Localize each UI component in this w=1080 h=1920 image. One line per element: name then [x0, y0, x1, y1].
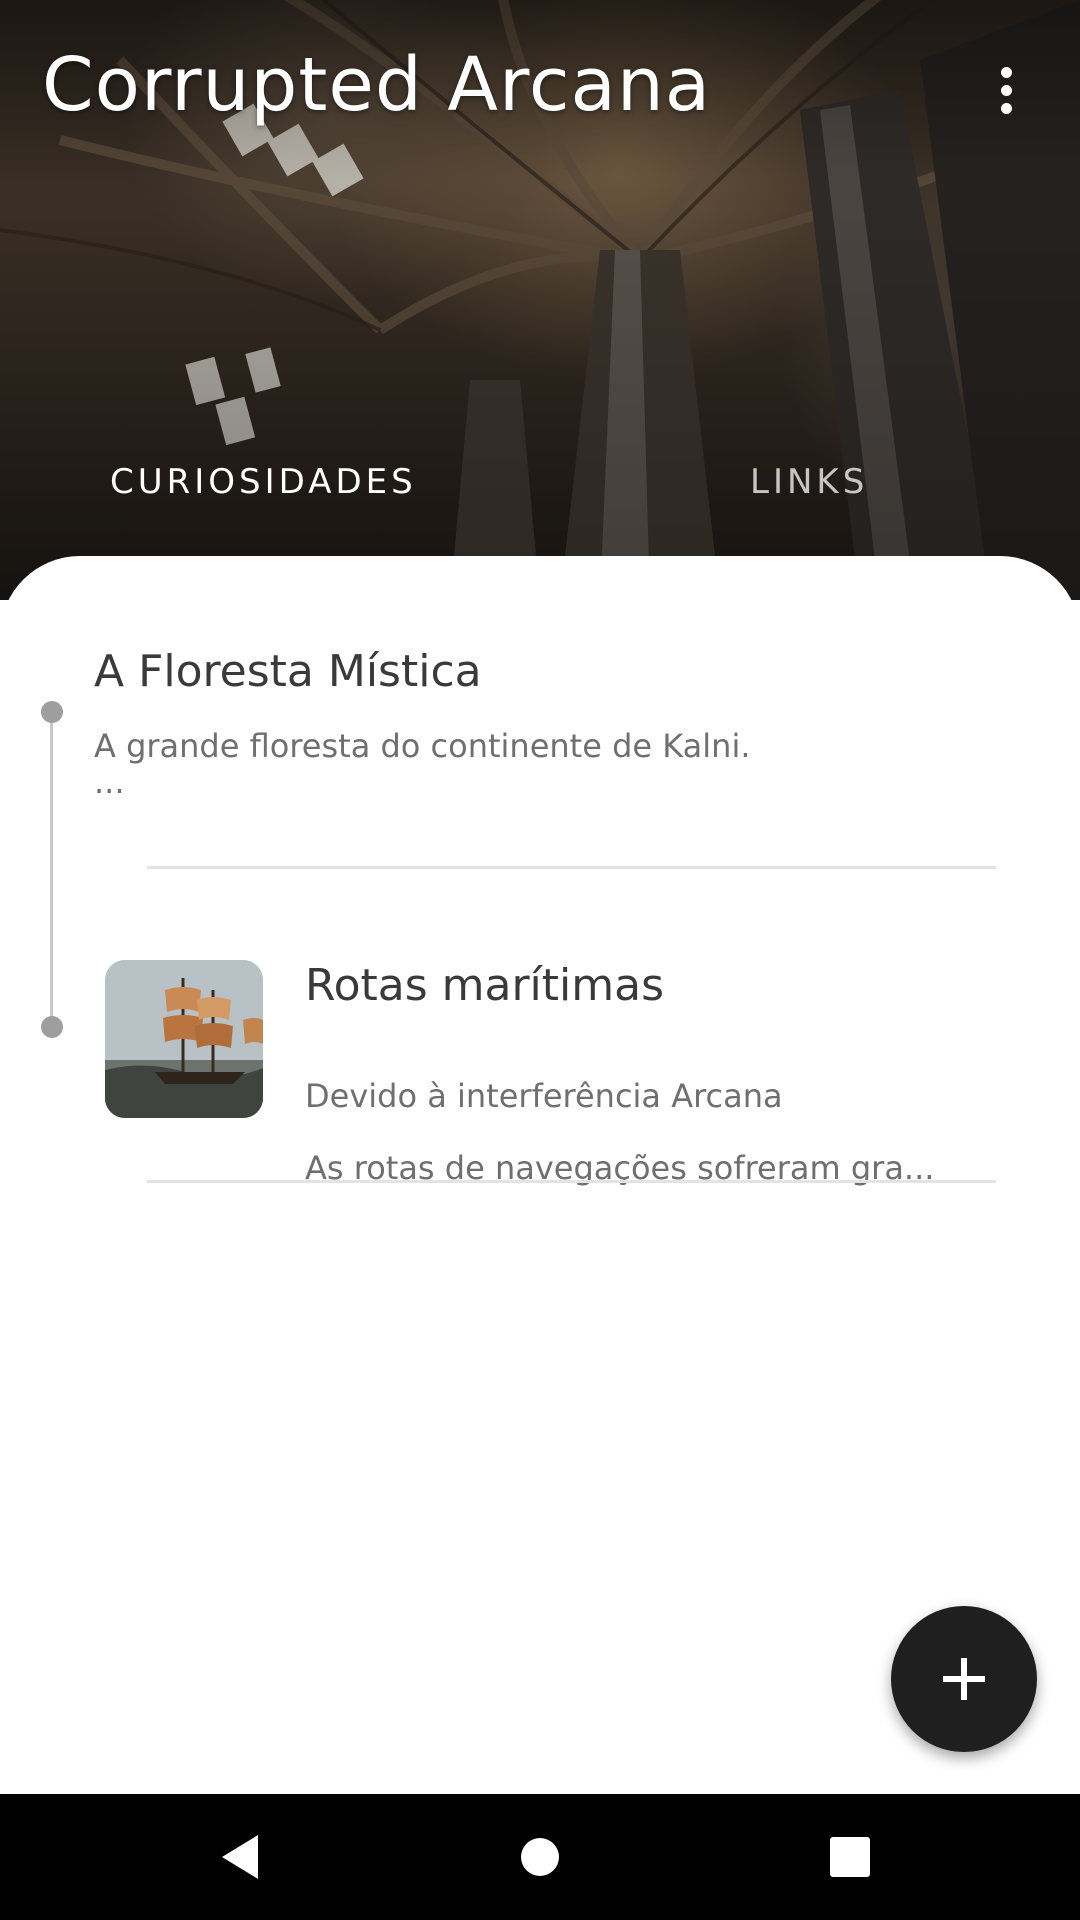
divider — [147, 1180, 996, 1183]
add-button[interactable] — [891, 1606, 1037, 1752]
item-description-line: Devido à interferência Arcana — [305, 1077, 783, 1115]
timeline-line — [50, 712, 53, 1026]
item-description[interactable]: Devido à interferência Arcana As rotas d… — [305, 1042, 1025, 1222]
tab-curiosidades[interactable]: CURIOSIDADES — [110, 462, 417, 502]
tab-links[interactable]: LINKS — [750, 462, 868, 502]
item-title[interactable]: A Floresta Mística — [94, 646, 482, 697]
home-circle-icon — [521, 1838, 559, 1876]
item-description[interactable]: A grande floresta do continente de Kalni… — [94, 728, 994, 800]
item-title[interactable]: Rotas marítimas — [305, 960, 664, 1011]
sailing-ship-image[interactable] — [105, 960, 263, 1118]
back-button[interactable] — [200, 1794, 280, 1920]
recents-square-icon — [830, 1837, 870, 1877]
plus-icon — [943, 1658, 985, 1700]
timeline-dot — [41, 1016, 63, 1038]
tab-bar: CURIOSIDADES LINKS — [0, 462, 1080, 522]
app-title: Corrupted Arcana — [42, 42, 712, 128]
timeline-dot — [41, 701, 63, 723]
recents-button[interactable] — [810, 1794, 890, 1920]
back-triangle-icon — [222, 1835, 258, 1879]
more-vert-icon[interactable] — [980, 56, 1032, 124]
divider — [147, 866, 996, 869]
home-button[interactable] — [500, 1794, 580, 1920]
header-background-image: Corrupted Arcana CURIOSIDADES LINKS — [0, 0, 1080, 600]
system-navigation-bar — [0, 1794, 1080, 1920]
